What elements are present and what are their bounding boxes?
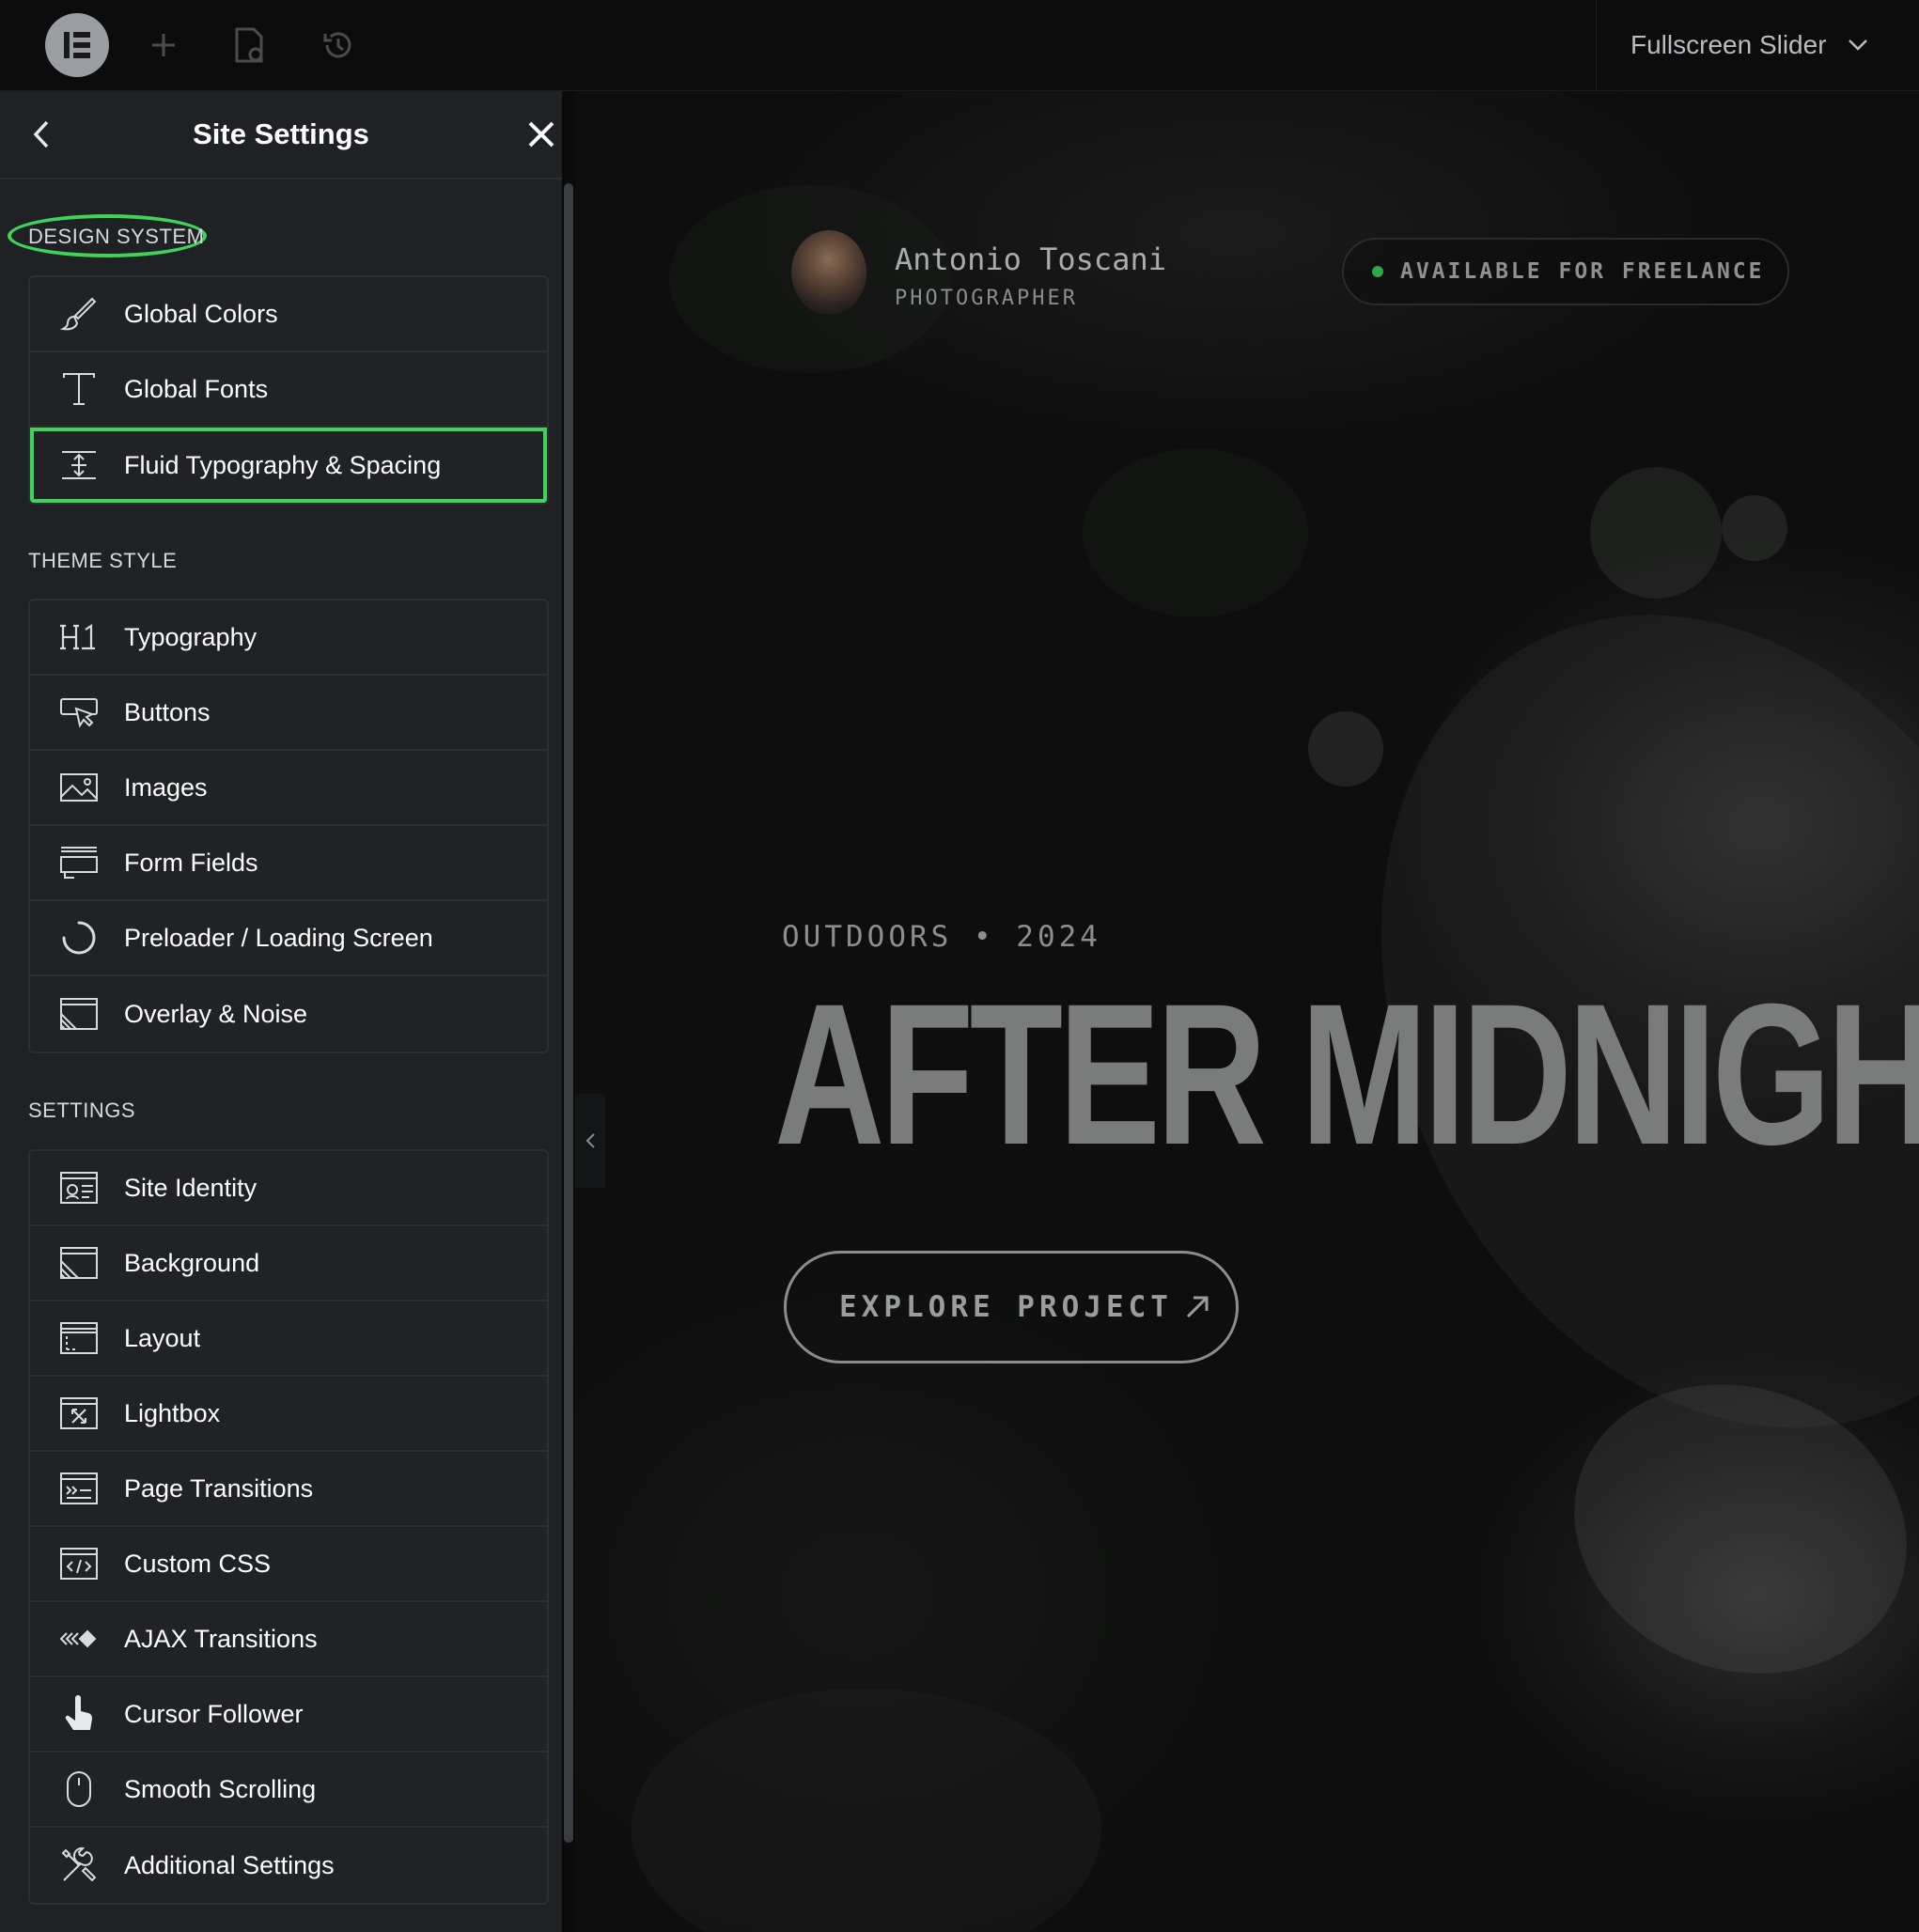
menu-item-label: Images bbox=[124, 772, 208, 802]
background-icon bbox=[58, 1242, 100, 1284]
explore-project-button[interactable]: EXPLORE PROJECT bbox=[784, 1251, 1239, 1363]
menu-item-page-transitions[interactable]: Page Transitions bbox=[30, 1452, 547, 1527]
menu-item-overlay-noise[interactable]: Overlay & Noise bbox=[30, 976, 547, 1052]
section-label-design-system: DESIGN SYSTEM bbox=[28, 225, 205, 248]
brush-icon bbox=[58, 293, 100, 335]
hero-headline: AFTER MIDNIGHT bbox=[774, 962, 1919, 1187]
close-button[interactable] bbox=[524, 117, 558, 151]
preview-canvas: Antonio Toscani PHOTOGRAPHER AVAILABLE F… bbox=[575, 91, 1919, 1932]
hero-eyebrow: OUTDOORS • 2024 bbox=[782, 920, 1101, 954]
menu-item-additional-settings[interactable]: Additional Settings bbox=[30, 1828, 547, 1903]
menu-item-label: Form Fields bbox=[124, 848, 258, 877]
theme-style-group: Typography Buttons Images Form Fields Pr… bbox=[28, 599, 549, 1053]
menu-item-ajax-transitions[interactable]: AJAX Transitions bbox=[30, 1602, 547, 1677]
menu-item-lightbox[interactable]: Lightbox bbox=[30, 1377, 547, 1452]
menu-item-preloader[interactable]: Preloader / Loading Screen bbox=[30, 901, 547, 976]
panel-title: Site Settings bbox=[193, 117, 369, 150]
menu-item-label: Page Transitions bbox=[124, 1473, 314, 1503]
page-settings-icon[interactable] bbox=[229, 24, 271, 66]
menu-item-label: Custom CSS bbox=[124, 1549, 272, 1578]
background-leaf bbox=[1308, 711, 1383, 787]
back-button[interactable] bbox=[24, 117, 58, 151]
availability-badge-label: AVAILABLE FOR FREELANCE bbox=[1400, 259, 1765, 284]
lightbox-icon bbox=[58, 1393, 100, 1434]
menu-item-global-colors[interactable]: Global Colors bbox=[30, 277, 547, 352]
arrow-up-right-icon bbox=[1186, 1296, 1209, 1318]
menu-item-cursor-follower[interactable]: Cursor Follower bbox=[30, 1677, 547, 1753]
section-label-theme-style: THEME STYLE bbox=[28, 549, 178, 572]
background-leaf bbox=[1590, 467, 1722, 599]
menu-item-label: Additional Settings bbox=[124, 1850, 335, 1879]
menu-item-form-fields[interactable]: Form Fields bbox=[30, 826, 547, 901]
editor-top-bar: Fullscreen Slider bbox=[0, 0, 1919, 91]
menu-item-label: Fluid Typography & Spacing bbox=[124, 450, 442, 479]
elementor-logo-icon[interactable] bbox=[45, 13, 109, 77]
photographer-name: Antonio Toscani bbox=[895, 242, 1166, 277]
add-icon[interactable] bbox=[143, 24, 184, 66]
menu-item-smooth-scrolling[interactable]: Smooth Scrolling bbox=[30, 1753, 547, 1828]
form-field-icon bbox=[58, 842, 100, 883]
background-leaf bbox=[632, 1689, 1101, 1932]
background-leaf bbox=[1722, 495, 1787, 561]
menu-item-label: Cursor Follower bbox=[124, 1699, 304, 1728]
page-transition-icon bbox=[58, 1468, 100, 1509]
status-dot-icon bbox=[1372, 266, 1383, 277]
button-cursor-icon bbox=[58, 692, 100, 733]
menu-item-label: Global Fonts bbox=[124, 374, 269, 403]
page-selector-label: Fullscreen Slider bbox=[1630, 30, 1827, 59]
chevron-down-icon bbox=[1848, 39, 1867, 51]
history-icon[interactable] bbox=[318, 24, 359, 66]
layout-icon bbox=[58, 1317, 100, 1359]
menu-item-label: AJAX Transitions bbox=[124, 1624, 318, 1653]
availability-badge: AVAILABLE FOR FREELANCE bbox=[1342, 238, 1789, 305]
menu-item-label: Buttons bbox=[124, 697, 211, 726]
settings-group: Site Identity Background Layout Lightbox… bbox=[28, 1149, 549, 1905]
section-label-settings: SETTINGS bbox=[28, 1098, 136, 1122]
menu-item-label: Global Colors bbox=[124, 299, 278, 328]
menu-item-label: Smooth Scrolling bbox=[124, 1774, 317, 1803]
panel-scrollbar[interactable] bbox=[564, 183, 573, 1843]
menu-item-label: Typography bbox=[124, 622, 257, 651]
menu-item-label: Layout bbox=[124, 1323, 201, 1352]
id-card-icon bbox=[58, 1167, 100, 1208]
heading-icon bbox=[58, 616, 100, 658]
close-icon bbox=[528, 121, 554, 148]
menu-item-background[interactable]: Background bbox=[30, 1226, 547, 1301]
page-selector[interactable]: Fullscreen Slider bbox=[1596, 0, 1906, 90]
menu-item-label: Site Identity bbox=[124, 1173, 257, 1202]
menu-item-buttons[interactable]: Buttons bbox=[30, 676, 547, 751]
menu-item-fluid-typography-spacing[interactable]: Fluid Typography & Spacing bbox=[30, 428, 547, 503]
tools-icon bbox=[58, 1845, 100, 1886]
menu-item-global-fonts[interactable]: Global Fonts bbox=[30, 352, 547, 428]
photographer-role: PHOTOGRAPHER bbox=[895, 287, 1078, 310]
pointer-hand-icon bbox=[58, 1693, 100, 1735]
avatar bbox=[791, 230, 866, 315]
chevron-left-icon bbox=[33, 120, 49, 148]
menu-item-site-identity[interactable]: Site Identity bbox=[30, 1151, 547, 1226]
overlay-icon bbox=[58, 993, 100, 1035]
chevron-left-icon bbox=[585, 1133, 595, 1148]
type-icon bbox=[58, 368, 100, 410]
image-icon bbox=[58, 767, 100, 808]
ajax-icon bbox=[58, 1618, 100, 1659]
site-settings-panel: Site Settings DESIGN SYSTEM Global Color… bbox=[0, 91, 562, 1932]
menu-item-layout[interactable]: Layout bbox=[30, 1301, 547, 1377]
menu-item-typography[interactable]: Typography bbox=[30, 600, 547, 676]
background-leaf bbox=[1083, 448, 1308, 617]
menu-item-custom-css[interactable]: Custom CSS bbox=[30, 1527, 547, 1602]
panel-header: Site Settings bbox=[0, 91, 562, 179]
code-icon bbox=[58, 1543, 100, 1584]
menu-item-label: Background bbox=[124, 1248, 260, 1277]
collapse-panel-button[interactable] bbox=[575, 1094, 605, 1188]
explore-project-label: EXPLORE PROJECT bbox=[839, 1290, 1173, 1324]
menu-item-label: Preloader / Loading Screen bbox=[124, 923, 433, 952]
fluid-spacing-icon bbox=[58, 444, 100, 486]
mouse-icon bbox=[58, 1768, 100, 1810]
design-system-group: Global Colors Global Fonts Fluid Typogra… bbox=[28, 275, 549, 505]
menu-item-label: Lightbox bbox=[124, 1398, 221, 1427]
menu-item-label: Overlay & Noise bbox=[124, 999, 308, 1028]
menu-item-images[interactable]: Images bbox=[30, 751, 547, 826]
loader-icon bbox=[58, 917, 100, 958]
